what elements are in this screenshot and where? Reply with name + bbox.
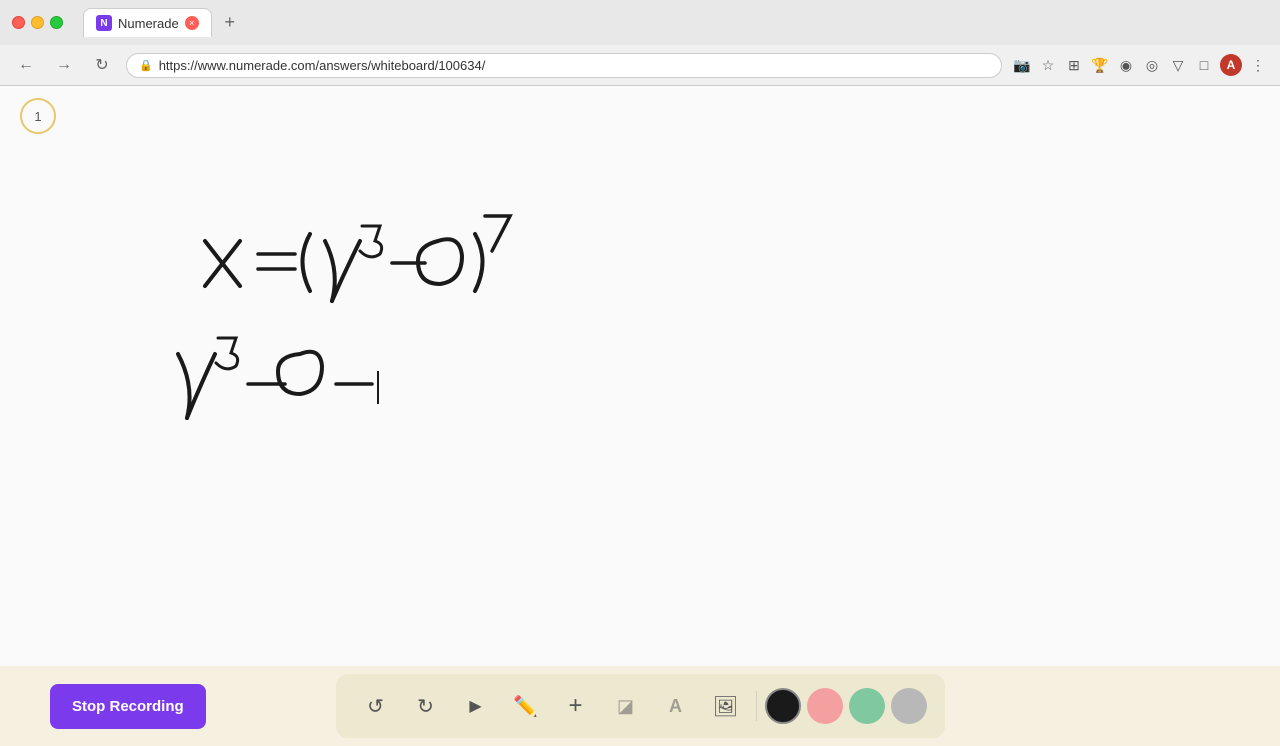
title-bar: N Numerade × + — [0, 0, 1280, 45]
addon1-icon[interactable]: ◉ — [1116, 55, 1136, 75]
profile-icon[interactable]: A — [1220, 54, 1242, 76]
addon4-icon[interactable]: □ — [1194, 55, 1214, 75]
color-green-button[interactable] — [849, 688, 885, 724]
stop-recording-button[interactable]: Stop Recording — [50, 684, 206, 729]
active-tab[interactable]: N Numerade × — [83, 8, 212, 37]
add-tool-button[interactable]: + — [554, 684, 598, 728]
camera-icon[interactable]: 📷 — [1012, 55, 1032, 75]
refresh-button[interactable]: ↻ — [88, 51, 116, 79]
trophy-icon[interactable]: 🏆 — [1090, 55, 1110, 75]
maximize-button[interactable] — [50, 16, 63, 29]
redo-button[interactable]: ↻ — [404, 684, 448, 728]
image-tool-button[interactable]: 🖼 — [704, 684, 748, 728]
select-tool-button[interactable]: ▶ — [454, 684, 498, 728]
crop-tool-button[interactable]: ◪ — [604, 684, 648, 728]
close-button[interactable] — [12, 16, 25, 29]
bottom-bar: Stop Recording ↺ ↻ ▶ ✏️ + ◪ A 🖼 — [0, 666, 1280, 746]
tab-bar: N Numerade × + — [71, 8, 256, 37]
numerade-icon: N — [96, 15, 112, 31]
tab-title: Numerade — [118, 16, 179, 31]
url-text: https://www.numerade.com/answers/whitebo… — [159, 58, 989, 73]
color-black-button[interactable] — [765, 688, 801, 724]
drawing-toolbar: ↺ ↻ ▶ ✏️ + ◪ A 🖼 — [336, 674, 945, 738]
new-tab-button[interactable]: + — [216, 9, 244, 37]
minimize-button[interactable] — [31, 16, 44, 29]
toolbar-separator — [756, 691, 757, 721]
text-tool-button[interactable]: A — [654, 684, 698, 728]
tab-close-button[interactable]: × — [185, 16, 199, 30]
traffic-lights — [12, 16, 63, 29]
back-button[interactable]: ← — [12, 51, 40, 79]
forward-button[interactable]: → — [50, 51, 78, 79]
extensions-icon[interactable]: ⊞ — [1064, 55, 1084, 75]
color-gray-button[interactable] — [891, 688, 927, 724]
browser-chrome: N Numerade × + ← → ↻ 🔒 https://www.numer… — [0, 0, 1280, 86]
address-bar: ← → ↻ 🔒 https://www.numerade.com/answers… — [0, 45, 1280, 85]
color-pink-button[interactable] — [807, 688, 843, 724]
star-icon[interactable]: ☆ — [1038, 55, 1058, 75]
browser-tools: 📷 ☆ ⊞ 🏆 ◉ ◎ ▽ □ A ⋮ — [1012, 54, 1268, 76]
url-bar[interactable]: 🔒 https://www.numerade.com/answers/white… — [126, 53, 1002, 78]
math-canvas — [0, 86, 1280, 666]
undo-button[interactable]: ↺ — [354, 684, 398, 728]
addon2-icon[interactable]: ◎ — [1142, 55, 1162, 75]
lock-icon: 🔒 — [139, 59, 153, 72]
addon3-icon[interactable]: ▽ — [1168, 55, 1188, 75]
menu-icon[interactable]: ⋮ — [1248, 55, 1268, 75]
whiteboard[interactable]: 1 — [0, 86, 1280, 666]
pen-tool-button[interactable]: ✏️ — [504, 684, 548, 728]
